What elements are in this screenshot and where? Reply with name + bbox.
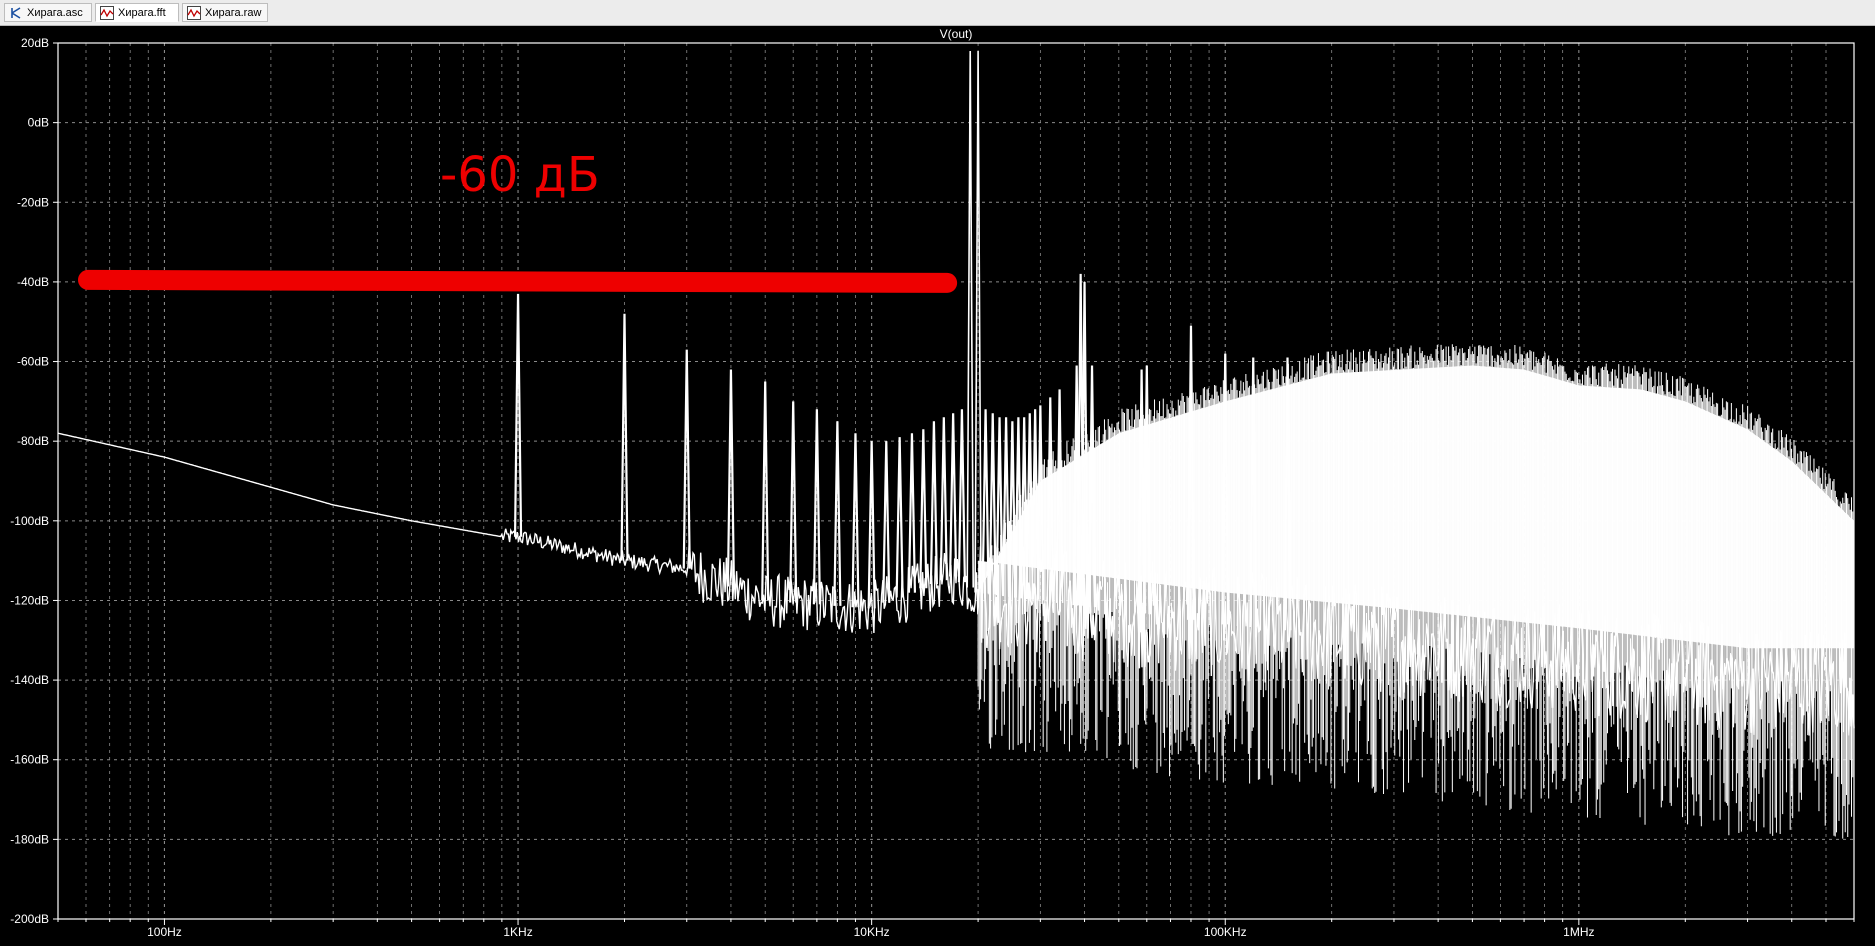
harmonic-peak [974, 50, 982, 593]
y-tick-label: 0dB [28, 116, 49, 130]
trace-vout [57, 50, 1855, 839]
fft-plot[interactable]: V(out) 20dB 0dB -20dB -40dB -60dB -80dB -100dB… [0, 25, 1875, 946]
annotation-line [78, 269, 958, 293]
y-tick-label: -120dB [10, 593, 49, 607]
x-tick-label: 1MHz [1563, 925, 1594, 939]
y-tick-label: -100dB [10, 514, 49, 528]
y-tick-label: -200dB [10, 912, 49, 926]
harmonic-peak [957, 409, 967, 583]
x-tick-label: 10KHz [854, 925, 890, 939]
y-tick-label: -180dB [10, 832, 49, 846]
y-tick-label: -60dB [17, 355, 49, 369]
tab-fft[interactable]: Хирага.fft [95, 3, 179, 22]
y-tick-label: -160dB [10, 753, 49, 767]
tab-raw[interactable]: Хирага.raw [182, 3, 268, 22]
x-tick-label: 100KHz [1204, 925, 1247, 939]
harmonic-peak [949, 413, 958, 577]
y-tick-label: -40dB [17, 275, 49, 289]
x-tick-label: 100Hz [147, 925, 182, 939]
annotation-label: -60 дБ [440, 147, 600, 203]
trace-name-label[interactable]: V(out) [940, 27, 973, 41]
waveform-icon [100, 5, 114, 20]
tab-label: Хирага.asc [27, 6, 83, 19]
tab-label: Хирага.fft [118, 6, 166, 19]
harmonic-peak [919, 429, 928, 589]
tab-label: Хирага.raw [205, 6, 262, 19]
waveform-icon [187, 5, 201, 20]
tab-bar: Хирага.asc Хирага.fft Хирага.raw [0, 0, 1875, 26]
harmonic-peak [789, 401, 798, 603]
x-tick-label: 1KHz [503, 925, 532, 939]
tab-schematic[interactable]: Хирага.asc [4, 3, 92, 22]
y-tick-label: -80dB [17, 434, 49, 448]
harmonic-peak [929, 421, 939, 585]
y-tick-label: 20dB [21, 36, 49, 50]
harmonic-peak [895, 437, 904, 598]
harmonic-peak [761, 381, 770, 601]
y-tick-label: -20dB [17, 195, 49, 209]
y-tick-label: -140dB [10, 673, 49, 687]
schematic-icon [9, 6, 23, 20]
harmonic-peak [966, 50, 975, 588]
